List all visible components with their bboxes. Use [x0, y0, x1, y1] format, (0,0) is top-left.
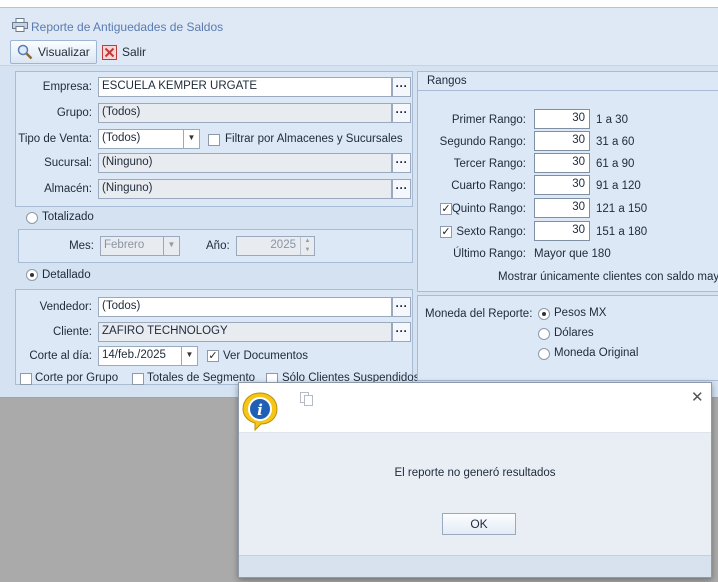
- rango-6-range: 151 a 180: [596, 226, 648, 238]
- tipo-venta-label: Tipo de Venta:: [18, 133, 92, 145]
- empresa-label: Empresa:: [42, 81, 92, 93]
- rango-3-input[interactable]: 30: [534, 153, 590, 173]
- moneda-label: Moneda del Reporte:: [425, 308, 533, 320]
- rango-3-label: Tercer Rango:: [453, 158, 526, 170]
- grupo-lookup-button[interactable]: ···: [392, 103, 411, 123]
- ver-documentos-checkbox[interactable]: ✓: [207, 350, 219, 362]
- grupo-label: Grupo:: [56, 107, 92, 119]
- cliente-lookup-button[interactable]: ···: [392, 322, 411, 342]
- rango-2-input[interactable]: 30: [534, 131, 590, 151]
- anio-label: Año:: [206, 240, 230, 252]
- chevron-down-icon[interactable]: ▼: [181, 347, 197, 365]
- pesos-radio[interactable]: [538, 308, 550, 320]
- chevron-down-icon[interactable]: ▼: [183, 130, 199, 148]
- corte-value: 14/feb./2025: [102, 349, 166, 361]
- printer-icon: [12, 18, 28, 32]
- rango-1-label: Primer Rango:: [451, 114, 526, 126]
- title-strip: [0, 0, 718, 8]
- rango-2-range: 31 a 60: [596, 136, 635, 148]
- corte-date-picker[interactable]: 14/feb./2025 ▼: [98, 346, 198, 366]
- corte-grupo-label: Corte por Grupo: [35, 372, 119, 384]
- visualizar-label: Visualizar: [38, 45, 90, 59]
- rango-5-input[interactable]: 30: [534, 198, 590, 218]
- anio-value: 2025: [270, 239, 296, 251]
- rango-4-input[interactable]: 30: [534, 175, 590, 195]
- rango-1-range: 1 a 30: [596, 114, 628, 126]
- sucursal-field[interactable]: (Ninguno): [98, 153, 392, 173]
- dialog-footer: [239, 555, 711, 577]
- rango-2-label: Segundo Rango:: [439, 136, 526, 148]
- corte-grupo-checkbox[interactable]: [20, 373, 32, 385]
- ver-documentos-label: Ver Documentos: [223, 350, 309, 362]
- pesos-label: Pesos MX: [554, 307, 607, 319]
- cliente-field[interactable]: ZAFIRO TECHNOLOGY: [98, 322, 392, 342]
- rango-3-range: 61 a 90: [596, 158, 635, 170]
- cliente-label: Cliente:: [53, 326, 92, 338]
- tipo-venta-select[interactable]: (Todos) ▼: [98, 129, 200, 149]
- mes-select[interactable]: Febrero ▼: [100, 236, 180, 256]
- message-dialog: i ✕ El reporte no generó resultados OK: [238, 382, 712, 578]
- empresa-field[interactable]: ESCUELA KEMPER URGATE: [98, 77, 392, 97]
- filtrar-label: Filtrar por Almacenes y Sucursales: [225, 133, 403, 145]
- mostrar-clientes-label: Mostrar únicamente clientes con saldo ma…: [498, 271, 718, 283]
- ok-button[interactable]: OK: [442, 513, 516, 535]
- almacen-lookup-button[interactable]: ···: [392, 179, 411, 199]
- rango-6-label: Sexto Rango:: [456, 226, 526, 238]
- dialog-message: El reporte no generó resultados: [394, 467, 556, 479]
- vendedor-lookup-button[interactable]: ···: [392, 297, 411, 317]
- almacen-label: Almacén:: [44, 183, 92, 195]
- dialog-close-icon[interactable]: ✕: [691, 388, 704, 406]
- ultimo-rango-label: Último Rango:: [453, 248, 526, 260]
- svg-text:i: i: [257, 401, 263, 419]
- magnifier-icon: [17, 44, 33, 60]
- totales-segmento-checkbox[interactable]: [132, 373, 144, 385]
- salir-button[interactable]: Salir: [96, 40, 152, 64]
- rango-4-range: 91 a 120: [596, 180, 641, 192]
- title-bar: Reporte de Antiguedades de Saldos: [0, 8, 718, 38]
- mes-value: Febrero: [104, 239, 145, 251]
- vendedor-field[interactable]: (Todos): [98, 297, 392, 317]
- sucursal-lookup-button[interactable]: ···: [392, 153, 411, 173]
- chevron-down-icon[interactable]: ▼: [163, 237, 179, 255]
- moneda-original-radio[interactable]: [538, 348, 550, 360]
- exit-icon: [102, 44, 117, 60]
- vendedor-label: Vendedor:: [39, 301, 92, 313]
- sucursal-label: Sucursal:: [44, 157, 92, 169]
- detallado-radio[interactable]: [26, 269, 38, 281]
- spinner-arrows-icon[interactable]: ▲ ▼: [300, 237, 314, 255]
- ultimo-rango-value: Mayor que 180: [534, 248, 611, 260]
- corte-label: Corte al día:: [29, 350, 92, 362]
- window-title: Reporte de Antiguedades de Saldos: [31, 20, 224, 34]
- salir-label: Salir: [122, 45, 147, 59]
- totalizado-label: Totalizado: [42, 211, 94, 223]
- detallado-label: Detallado: [42, 269, 91, 281]
- info-icon: i: [242, 392, 278, 431]
- rango-5-label: Quinto Rango:: [451, 203, 526, 215]
- grupo-field[interactable]: (Todos): [98, 103, 392, 123]
- rango-4-label: Cuarto Rango:: [451, 180, 526, 192]
- copy-icon[interactable]: [299, 391, 315, 407]
- totalizado-radio[interactable]: [26, 212, 38, 224]
- rango-1-input[interactable]: 30: [534, 109, 590, 129]
- filtrar-checkbox[interactable]: [208, 134, 220, 146]
- dialog-body: El reporte no generó resultados OK: [239, 433, 711, 555]
- rango-6-input[interactable]: 30: [534, 221, 590, 241]
- rangos-title: Rangos: [427, 75, 467, 87]
- empresa-lookup-button[interactable]: ···: [392, 77, 411, 97]
- rango-5-range: 121 a 150: [596, 203, 648, 215]
- report-window: Reporte de Antiguedades de Saldos Visual…: [0, 0, 718, 398]
- mes-label: Mes:: [69, 240, 94, 252]
- tipo-venta-value: (Todos): [102, 132, 141, 144]
- dolares-label: Dólares: [554, 327, 594, 339]
- visualizar-button[interactable]: Visualizar: [10, 40, 97, 64]
- almacen-field[interactable]: (Ninguno): [98, 179, 392, 199]
- moneda-original-label: Moneda Original: [554, 347, 639, 359]
- toolbar: Visualizar Salir: [0, 38, 718, 66]
- dolares-radio[interactable]: [538, 328, 550, 340]
- dialog-header: i ✕: [239, 383, 711, 433]
